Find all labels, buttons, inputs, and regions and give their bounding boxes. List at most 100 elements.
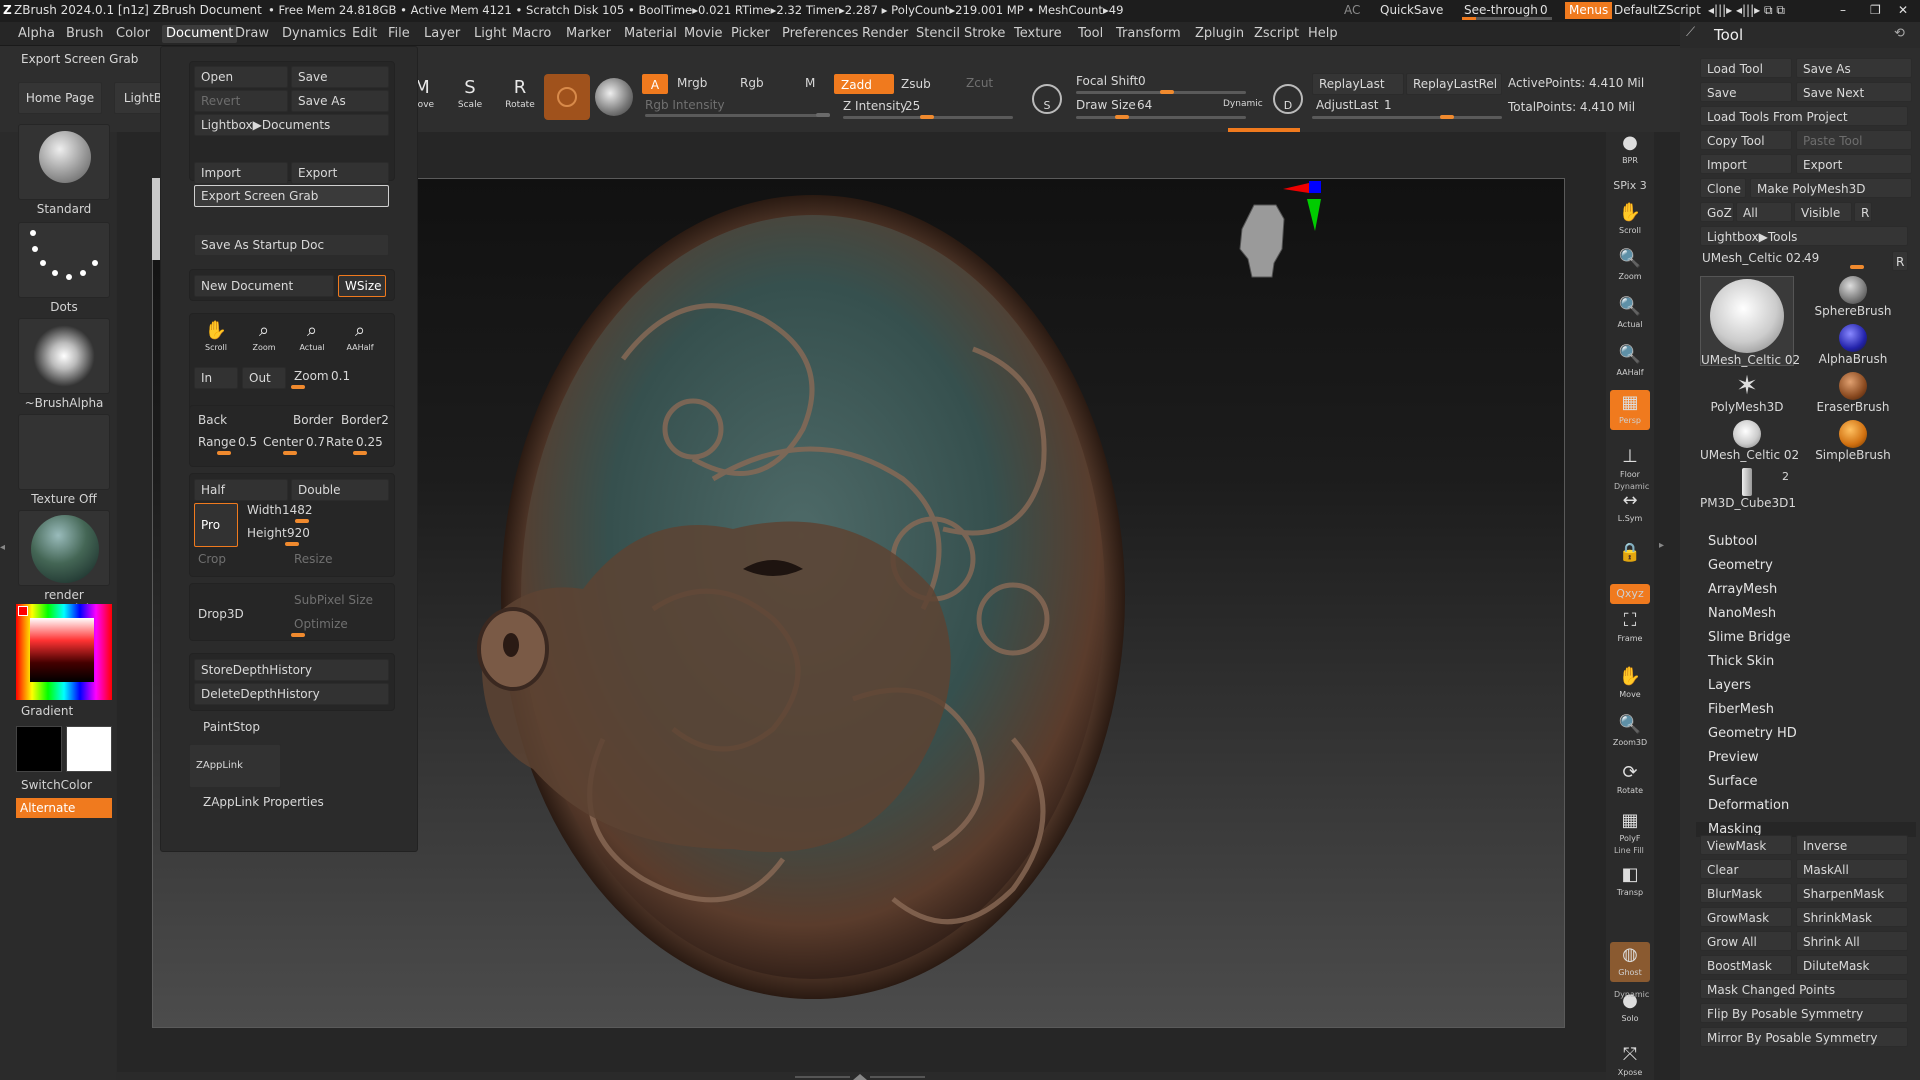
subpalette-surface[interactable]: Surface bbox=[1708, 774, 1758, 789]
menu-marker[interactable]: Marker bbox=[566, 26, 611, 41]
paintstop-label[interactable]: PaintStop bbox=[203, 720, 260, 734]
menu-file[interactable]: File bbox=[388, 26, 410, 41]
open-button[interactable]: Open bbox=[194, 66, 288, 88]
menu-zplugin[interactable]: Zplugin bbox=[1195, 26, 1244, 41]
load-tool-button[interactable]: Load Tool bbox=[1700, 58, 1792, 78]
gradient-label[interactable]: Gradient bbox=[21, 704, 113, 718]
switch-color-button[interactable]: SwitchColor bbox=[21, 778, 113, 792]
zoom-slider-label[interactable]: Zoom bbox=[294, 369, 329, 383]
tool-r-button[interactable]: R bbox=[1892, 251, 1908, 271]
menu-alpha[interactable]: Alpha bbox=[18, 26, 55, 41]
save-as-button[interactable]: Save As bbox=[291, 90, 389, 112]
menu-tool[interactable]: Tool bbox=[1078, 26, 1103, 41]
menu-texture[interactable]: Texture bbox=[1014, 26, 1062, 41]
tool-slider-knob[interactable] bbox=[1850, 265, 1864, 269]
menu-stroke[interactable]: Stroke bbox=[964, 26, 1005, 41]
alpha-thumbnail[interactable] bbox=[18, 318, 110, 394]
width-label[interactable]: Width bbox=[247, 503, 282, 517]
palette-pin-icon[interactable]: ⟋ bbox=[1686, 25, 1695, 40]
dynamic-label[interactable]: Dynamic bbox=[1223, 99, 1263, 109]
zoom-slider-knob[interactable] bbox=[291, 385, 305, 389]
frame-button[interactable]: ⛶ Frame bbox=[1610, 608, 1650, 648]
rgb-intensity-slider[interactable] bbox=[645, 114, 830, 117]
wsize-button[interactable]: WSize bbox=[338, 275, 386, 297]
quicksave-button[interactable]: QuickSave bbox=[1380, 3, 1443, 17]
menu-edit[interactable]: Edit bbox=[352, 26, 377, 41]
draw-size-knob[interactable] bbox=[1115, 115, 1129, 119]
color-picker[interactable] bbox=[16, 604, 112, 700]
rgb-intensity-knob[interactable] bbox=[816, 113, 830, 117]
draw-size-slider[interactable] bbox=[1076, 116, 1246, 119]
zapplink-properties-label[interactable]: ZAppLink Properties bbox=[203, 795, 324, 809]
adjust-last-label[interactable]: AdjustLast bbox=[1316, 98, 1379, 112]
zoom3d-button[interactable]: 🔍 Zoom3D bbox=[1610, 712, 1650, 752]
scroll-button[interactable]: ✋ Scroll bbox=[1610, 200, 1650, 240]
s-toggle-icon[interactable]: S bbox=[1032, 84, 1062, 114]
menu-draw[interactable]: Draw bbox=[235, 26, 269, 41]
width-slider-knob[interactable] bbox=[295, 519, 309, 523]
subpalette-thick-skin[interactable]: Thick Skin bbox=[1708, 654, 1774, 669]
flip-by-posable-symmetry-button[interactable]: Flip By Posable Symmetry bbox=[1700, 1003, 1908, 1023]
menus-button[interactable]: Menus bbox=[1565, 2, 1613, 19]
qxyz-button[interactable]: Qxyz bbox=[1610, 584, 1650, 604]
export-button[interactable]: Export bbox=[291, 162, 389, 184]
menu-layer[interactable]: Layer bbox=[424, 26, 460, 41]
menu-zscript[interactable]: Zscript bbox=[1254, 26, 1299, 41]
stroke-thumbnail[interactable] bbox=[18, 222, 110, 298]
persp-button[interactable]: ▦ Persp bbox=[1610, 390, 1650, 430]
drop3d-button[interactable]: Drop3D bbox=[198, 607, 244, 621]
home-page-tab[interactable]: Home Page bbox=[18, 82, 102, 114]
range-label[interactable]: Range bbox=[198, 435, 236, 449]
menu-dynamics[interactable]: Dynamics bbox=[282, 26, 346, 41]
lock-button[interactable]: 🔒 bbox=[1610, 540, 1650, 580]
scroll-button[interactable]: ✋ Scroll bbox=[194, 319, 238, 361]
rate-label[interactable]: Rate bbox=[326, 435, 354, 449]
material-sphere-icon[interactable] bbox=[595, 78, 633, 116]
zoom-in-button[interactable]: In bbox=[194, 367, 238, 389]
shrinkmask-button[interactable]: ShrinkMask bbox=[1796, 907, 1908, 927]
alternate-button[interactable]: Alternate bbox=[16, 798, 112, 818]
material-thumbnail[interactable] bbox=[18, 510, 110, 586]
move-button[interactable]: ✋ Move bbox=[1610, 664, 1650, 704]
save-button[interactable]: Save bbox=[291, 66, 389, 88]
rotate-tool[interactable]: R Rotate bbox=[500, 76, 540, 118]
tool-thumb-alphabrush[interactable]: AlphaBrush bbox=[1798, 324, 1908, 372]
mask-changed-points-button[interactable]: Mask Changed Points bbox=[1700, 979, 1908, 999]
zcut-button[interactable]: Zcut bbox=[966, 76, 993, 90]
r-button[interactable]: R bbox=[1854, 202, 1872, 222]
lightbox-documents-button[interactable]: Lightbox▶Documents bbox=[194, 114, 389, 136]
tool-thumb-umesh-celtic-02[interactable]: UMesh_Celtic 02 bbox=[1700, 420, 1799, 468]
revert-button[interactable]: Revert bbox=[194, 90, 288, 112]
restore-icon[interactable]: ❐ bbox=[1870, 3, 1881, 17]
height-slider-knob[interactable] bbox=[285, 542, 299, 546]
actual-button[interactable]: 🔍 Actual bbox=[1610, 294, 1650, 334]
left-collapse-arrow-icon[interactable]: ◂ bbox=[0, 542, 10, 562]
menu-document[interactable]: Document bbox=[162, 25, 238, 43]
subpalette-slime-bridge[interactable]: Slime Bridge bbox=[1708, 630, 1791, 645]
transp-button[interactable]: ◧ Transp bbox=[1610, 862, 1650, 902]
export-button[interactable]: Export bbox=[1796, 154, 1912, 174]
xpose-button[interactable]: ⤧ Xpose bbox=[1610, 1042, 1650, 1080]
bpr-button[interactable]: ● BPR bbox=[1610, 130, 1650, 170]
shrink-all-button[interactable]: Shrink All bbox=[1796, 931, 1908, 951]
subpalette-deformation[interactable]: Deformation bbox=[1708, 798, 1789, 813]
all-button[interactable]: All bbox=[1736, 202, 1792, 222]
menu-color[interactable]: Color bbox=[116, 26, 150, 41]
current-color-swatch[interactable] bbox=[18, 606, 28, 616]
height-label[interactable]: Height bbox=[247, 526, 287, 540]
zapplink-button[interactable]: ZAppLink bbox=[189, 744, 281, 788]
menu-brush[interactable]: Brush bbox=[66, 26, 104, 41]
zsub-button[interactable]: Zsub bbox=[901, 77, 931, 91]
rgb-intensity-label[interactable]: Rgb Intensity bbox=[645, 98, 725, 112]
focal-shift-knob[interactable] bbox=[1160, 90, 1174, 94]
axis-gizmo-icon[interactable] bbox=[1283, 179, 1327, 239]
tool-thumb-umesh-celtic-02[interactable]: UMesh_Celtic 02 bbox=[1700, 276, 1800, 367]
resize-button[interactable]: Resize bbox=[294, 552, 332, 566]
current-tool-label[interactable]: UMesh_Celtic 02. bbox=[1702, 251, 1805, 265]
menu-stencil[interactable]: Stencil bbox=[916, 26, 960, 41]
menu-macro[interactable]: Macro bbox=[512, 26, 551, 41]
back-button[interactable]: Back bbox=[198, 413, 227, 427]
subpalette-layers[interactable]: Layers bbox=[1708, 678, 1751, 693]
see-through-slider[interactable] bbox=[1462, 17, 1552, 20]
zoom-button[interactable]: ⌕ Zoom bbox=[242, 319, 286, 361]
